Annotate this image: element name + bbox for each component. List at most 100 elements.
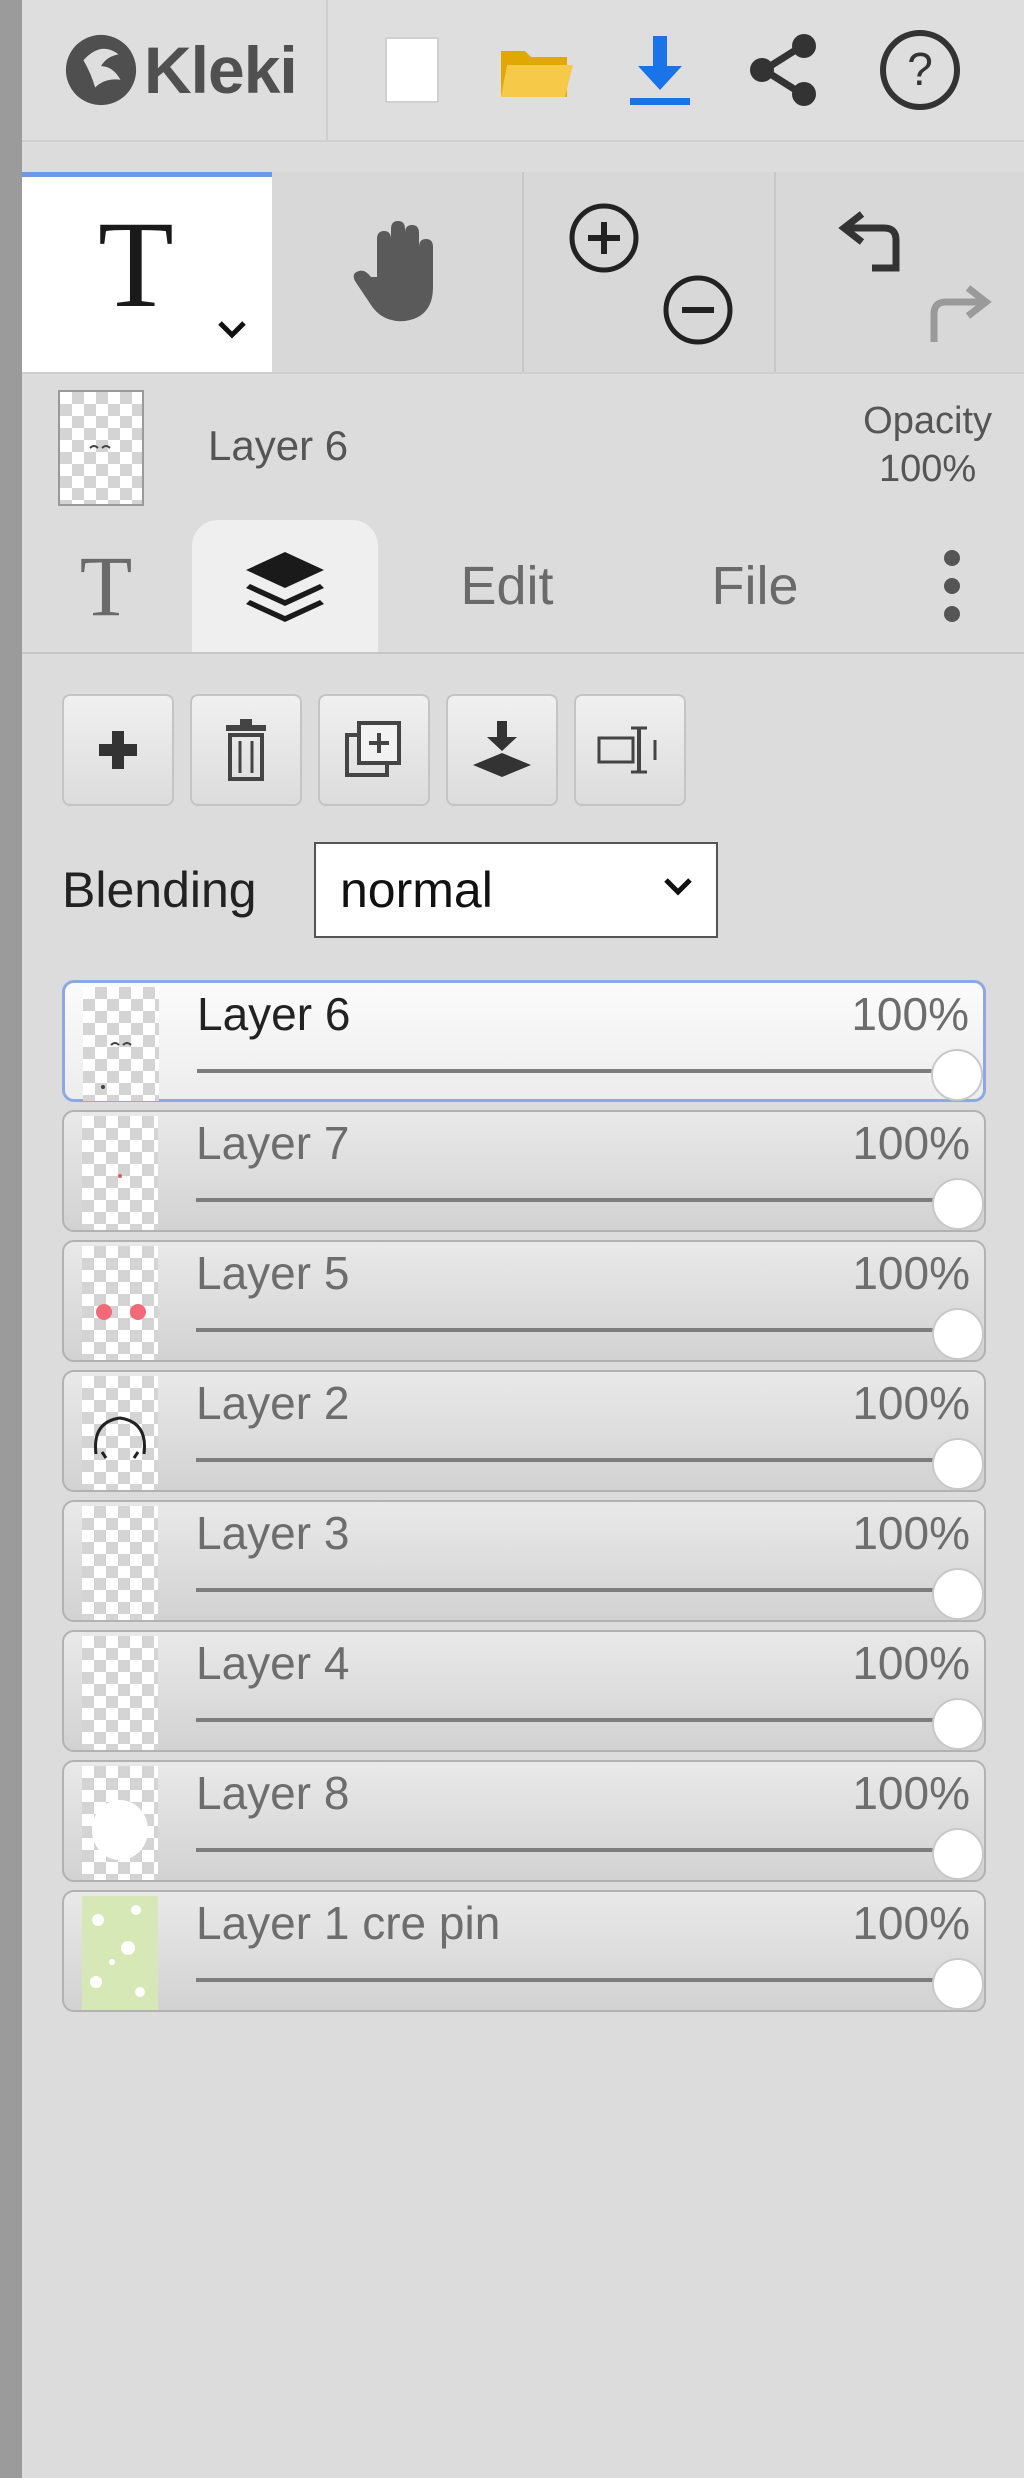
hand-tool-button[interactable] xyxy=(272,172,524,372)
layer-thumbnail xyxy=(82,1506,158,1620)
save-button[interactable] xyxy=(610,20,710,120)
layer-name: Layer 2 xyxy=(196,1377,350,1429)
app-name: Kleki xyxy=(144,33,298,107)
hand-icon xyxy=(353,221,433,322)
layer-thumbnail xyxy=(82,1246,158,1360)
folder-icon xyxy=(501,51,573,97)
opacity-slider-knob[interactable] xyxy=(932,1828,984,1880)
redo-icon[interactable] xyxy=(922,276,998,352)
download-icon xyxy=(630,36,690,105)
text-tab-icon: T xyxy=(79,538,133,634)
layer-row[interactable]: Layer 8 100% xyxy=(62,1760,986,1882)
history-controls xyxy=(776,172,1024,372)
layer-row[interactable]: Layer 6 100% xyxy=(62,980,986,1102)
opacity-slider-track[interactable] xyxy=(196,1588,958,1592)
panel-tabs: T Edit File xyxy=(22,520,1024,654)
layer-thumbnail xyxy=(82,1376,158,1490)
opacity-slider-knob[interactable] xyxy=(932,1308,984,1360)
help-button[interactable]: ? xyxy=(870,20,970,120)
delete-layer-icon xyxy=(226,719,266,781)
opacity-slider-knob[interactable] xyxy=(932,1698,984,1750)
layer-thumbnail xyxy=(82,1896,158,2010)
layer-row[interactable]: Layer 7 100% xyxy=(62,1110,986,1232)
layer-row[interactable]: Layer 1 cre pin 100% xyxy=(62,1890,986,2012)
text-tool-icon: T xyxy=(98,196,174,333)
layer-row[interactable]: Layer 4 100% xyxy=(62,1630,986,1752)
current-layer-info: Layer 6 Opacity 100% xyxy=(22,374,1024,506)
blending-label: Blending xyxy=(62,862,257,918)
share-icon xyxy=(750,34,816,106)
chevron-down-icon[interactable] xyxy=(214,317,250,341)
duplicate-layer-icon xyxy=(345,721,401,777)
opacity-label: Opacity xyxy=(863,400,992,442)
merge-down-button[interactable] xyxy=(446,694,558,806)
add-layer-button[interactable] xyxy=(62,694,174,806)
layer-opacity: 100% xyxy=(852,1117,970,1169)
layer-opacity: 100% xyxy=(852,1377,970,1429)
layer-name: Layer 7 xyxy=(196,1117,350,1169)
opacity-slider-track[interactable] xyxy=(196,1328,958,1332)
layer-thumbnail xyxy=(82,1766,158,1880)
share-button[interactable] xyxy=(734,20,834,120)
more-vertical-icon xyxy=(944,550,960,622)
kleki-side-panel: Kleki ? T Layer 6 Opacity 100% T Edit Fi… xyxy=(22,0,1024,2478)
text-tool-button[interactable]: T xyxy=(22,172,272,372)
rename-layer-button[interactable] xyxy=(574,694,686,806)
app-logo[interactable]: Kleki xyxy=(22,0,328,140)
opacity-slider-knob[interactable] xyxy=(932,1568,984,1620)
layer-opacity: 100% xyxy=(852,1897,970,1949)
layer-name: Layer 5 xyxy=(196,1247,350,1299)
layer-opacity: 100% xyxy=(852,1767,970,1819)
opacity-slider-track[interactable] xyxy=(196,1458,958,1462)
face-sketch xyxy=(89,445,111,449)
zoom-in-icon[interactable] xyxy=(566,200,642,276)
opacity-value: 100% xyxy=(878,447,977,490)
left-edge-bar xyxy=(0,0,22,2478)
layer-opacity: 100% xyxy=(852,1637,970,1689)
layer-opacity: 100% xyxy=(852,1507,970,1559)
rename-layer-icon xyxy=(597,726,657,774)
tab-text[interactable]: T xyxy=(50,520,162,652)
merge-down-icon xyxy=(473,721,531,777)
layers-panel: Blending normal Layer 6 100% Layer 7 100… xyxy=(22,654,1024,2478)
undo-icon[interactable] xyxy=(832,202,908,278)
tab-edit[interactable]: Edit xyxy=(414,520,600,652)
opacity-slider-knob[interactable] xyxy=(932,1438,984,1490)
add-layer-icon xyxy=(99,731,137,769)
layers-icon xyxy=(246,552,324,622)
opacity-slider-track[interactable] xyxy=(196,1198,958,1202)
layer-row[interactable]: Layer 3 100% xyxy=(62,1500,986,1622)
open-button[interactable] xyxy=(486,20,586,120)
opacity-slider-knob[interactable] xyxy=(932,1178,984,1230)
zoom-out-icon[interactable] xyxy=(660,272,736,348)
kleki-logo-icon xyxy=(65,34,137,106)
tab-layers[interactable] xyxy=(192,520,378,652)
delete-layer-button[interactable] xyxy=(190,694,302,806)
opacity-slider-track[interactable] xyxy=(197,1069,957,1073)
layer-row[interactable]: Layer 2 100% xyxy=(62,1370,986,1492)
help-glyph: ? xyxy=(907,43,933,95)
duplicate-layer-button[interactable] xyxy=(318,694,430,806)
blending-select[interactable]: normal xyxy=(314,842,718,938)
layer-name: Layer 6 xyxy=(197,988,351,1040)
layer-opacity: 100% xyxy=(852,1247,970,1299)
opacity-slider-knob[interactable] xyxy=(931,1049,983,1101)
layer-row[interactable]: Layer 5 100% xyxy=(62,1240,986,1362)
current-layer-thumbnail xyxy=(58,390,144,506)
tab-file[interactable]: File xyxy=(662,520,848,652)
more-menu-button[interactable] xyxy=(912,520,992,652)
chevron-down-icon xyxy=(664,878,692,896)
new-image-button[interactable] xyxy=(362,20,462,120)
opacity-slider-track[interactable] xyxy=(196,1848,958,1852)
layer-name: Layer 4 xyxy=(196,1637,350,1689)
opacity-slider-knob[interactable] xyxy=(932,1958,984,2010)
new-file-icon xyxy=(385,37,439,103)
opacity-readout: Opacity 100% xyxy=(863,398,992,493)
help-icon: ? xyxy=(880,30,960,110)
opacity-slider-track[interactable] xyxy=(196,1718,958,1722)
layer-name: Layer 8 xyxy=(196,1767,350,1819)
blending-row: Blending normal xyxy=(62,842,718,938)
opacity-slider-track[interactable] xyxy=(196,1978,958,1982)
layer-name: Layer 1 cre pin xyxy=(196,1897,501,1949)
layer-thumbnail xyxy=(82,1636,158,1750)
